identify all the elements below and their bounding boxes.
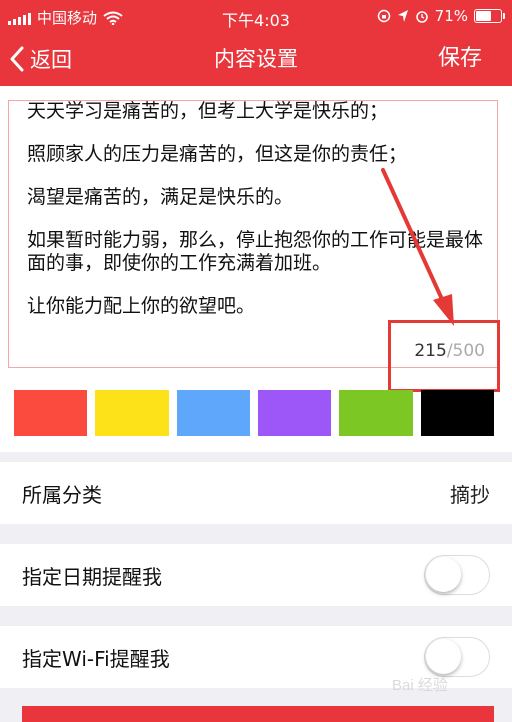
- nav-bar: 返回 内容设置 保存: [0, 32, 512, 86]
- battery-level: [476, 11, 491, 21]
- status-bar: 中国移动 下午4:03 71%: [0, 0, 512, 32]
- toggle-knob: [426, 557, 461, 592]
- text-paragraph: 让你能力配上你的欲望吧。: [27, 295, 256, 317]
- text-paragraph: 天天学习是痛苦的，但考上大学是快乐的；: [27, 100, 389, 122]
- page-title: 内容设置: [214, 47, 298, 71]
- category-row[interactable]: 所属分类 摘抄: [0, 462, 512, 524]
- battery-icon: [474, 9, 505, 23]
- location-icon: [397, 10, 408, 22]
- color-swatch-yellow[interactable]: [95, 390, 169, 436]
- save-button[interactable]: 保存: [438, 32, 482, 86]
- color-swatch-green[interactable]: [339, 390, 413, 436]
- battery-percent: 71%: [434, 7, 468, 25]
- content-area: 天天学习是痛苦的，但考上大学是快乐的； 照顾家人的压力是痛苦的，但这是你的责任；…: [0, 86, 512, 452]
- alarm-icon: [415, 11, 428, 23]
- orientation-lock-icon: [377, 9, 390, 23]
- remind-date-toggle[interactable]: [424, 555, 490, 595]
- color-swatch-black[interactable]: [420, 390, 494, 436]
- text-paragraph: 渴望是痛苦的，满足是快乐的。: [27, 186, 294, 208]
- content-text: 天天学习是痛苦的，但考上大学是快乐的； 照顾家人的压力是痛苦的，但这是你的责任；…: [27, 100, 487, 338]
- category-value: 摘抄: [450, 482, 490, 507]
- text-paragraph: 照顾家人的压力是痛苦的，但这是你的责任；: [27, 143, 408, 165]
- color-palette: [14, 390, 494, 436]
- text-paragraph: 如果暂时能力弱，那么，停止抱怨你的工作可能是最体面的事，即使你的工作充满着加班。: [27, 229, 484, 274]
- toggle-knob: [426, 639, 461, 674]
- color-swatch-blue[interactable]: [176, 390, 250, 436]
- remind-wifi-toggle[interactable]: [424, 637, 490, 677]
- watermark: Bai 经验: [392, 677, 448, 694]
- color-swatch-red[interactable]: [14, 390, 88, 436]
- bottom-action-button[interactable]: [22, 706, 494, 722]
- remind-date-row: 指定日期提醒我: [0, 544, 512, 606]
- annotation-highlight-box: [388, 320, 500, 392]
- category-label: 所属分类: [22, 482, 102, 507]
- color-swatch-purple[interactable]: [257, 390, 332, 436]
- remind-wifi-label: 指定Wi-Fi提醒我: [22, 646, 170, 671]
- remind-date-label: 指定日期提醒我: [22, 564, 162, 589]
